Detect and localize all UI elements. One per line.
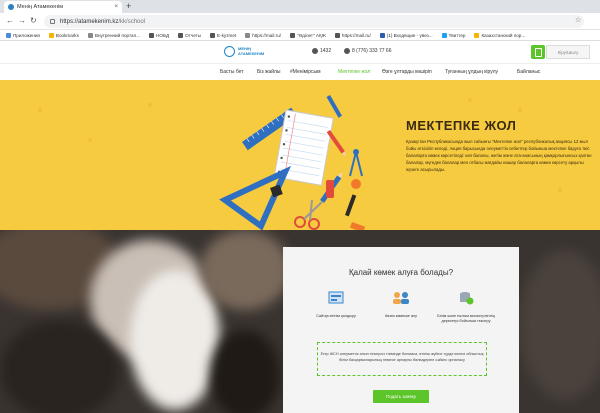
address-bar[interactable]: https://atamekenim.kz/kk/school	[44, 15, 584, 28]
bookmark-label: https://mail.ru/	[252, 32, 282, 38]
new-tab-button[interactable]: +	[126, 1, 131, 12]
globe-icon	[290, 32, 296, 38]
bookmark-label: Приложения	[13, 32, 40, 38]
bookmark-label: E-kyzmet	[217, 32, 237, 38]
bookmark-item[interactable]: (1) Входящие - увез...	[379, 32, 433, 38]
tab-close-icon[interactable]: ×	[114, 4, 118, 10]
bookmark-item[interactable]: "Әділет" АҚЖ	[290, 32, 326, 38]
bookmark-item[interactable]: https://mail.ru/	[245, 32, 282, 38]
option-queue-help[interactable]: Көзек көмекке алу	[364, 291, 438, 319]
forward-arrow-icon[interactable]: →	[18, 16, 26, 26]
submit-application-button[interactable]: Подать заявку	[373, 390, 429, 403]
whatsapp-icon	[344, 48, 350, 54]
phone-number: 1432	[320, 48, 332, 54]
globe-icon	[210, 32, 216, 38]
bookmark-label: (1) Входящие - увез...	[386, 32, 433, 38]
hero-description: Қазақстан Республикасында жыл сайынғы "М…	[406, 139, 592, 172]
globe-icon	[334, 32, 340, 38]
bookmark-label: НОБД	[156, 32, 170, 38]
hero-banner: МЕКТЕПКЕ ЖОЛ Қазақстан Республикасында ж…	[0, 80, 600, 230]
help-title: Қалай көмек алуға болады?	[348, 268, 454, 277]
url-path: /kk/school	[118, 18, 146, 25]
browser-toolbar: ← → ↻ https://atamekenim.kz/kk/school ☆	[0, 13, 600, 30]
bookmark-label: Внутренний портал...	[94, 32, 141, 38]
bookmark-item[interactable]: Приложения	[6, 32, 40, 38]
globe-icon	[87, 32, 93, 38]
bookmark-item[interactable]: Bookmarks	[48, 32, 79, 38]
database-check-icon	[460, 292, 474, 305]
nav-item[interactable]: Байланыс	[517, 69, 540, 75]
bookmark-item[interactable]: E-kyzmet	[210, 32, 237, 38]
logo-mark-icon	[224, 46, 235, 57]
bookmark-star-icon[interactable]: ☆	[575, 16, 581, 24]
help-card: Қалай көмек алуға болады? Сайтқа өтінім …	[283, 247, 519, 413]
browser-tab[interactable]: Менің Атамекенім ×	[4, 1, 122, 13]
twitter-icon	[441, 32, 447, 38]
bookmark-label: Отчеты	[185, 32, 202, 38]
form-icon	[328, 291, 344, 304]
option-label: Көзек көмекке алу	[384, 314, 418, 318]
bookmark-item[interactable]: https://mail.ru/	[334, 32, 371, 38]
bookmark-item[interactable]: Твиттер	[441, 32, 466, 38]
option-apply-online[interactable]: Сайтқа өтінім қалдыру	[299, 291, 373, 319]
whatsapp-number: 8 (776) 333 77 66	[352, 48, 392, 54]
phone-icon	[312, 48, 318, 54]
star-icon	[474, 32, 480, 38]
bookmark-label: https://mail.ru/	[341, 32, 371, 38]
reload-icon[interactable]: ↻	[30, 16, 37, 26]
url-domain: https://atamekenim.kz	[60, 18, 119, 25]
star-icon	[48, 32, 54, 38]
notice-box: Егер ЖСН әлеуметтік алып тіпкерсіз тізім…	[317, 342, 487, 376]
bookmark-label: Твиттер	[448, 32, 466, 38]
bookmark-label: "Әділет" АҚЖ	[297, 32, 326, 38]
option-label: Білім және ғылым министрлігінің деректер…	[437, 314, 495, 323]
nav-item[interactable]: #Менімірсым	[290, 69, 321, 75]
phone-link[interactable]: 1432	[312, 48, 331, 54]
site-logo[interactable]: МЕНІҢ АТАМЕКЕНІМ	[224, 46, 264, 57]
option-ministry-check[interactable]: Білім және ғылым министрлігінің деректер…	[429, 291, 503, 324]
option-label: Сайтқа өтінім қалдыру	[316, 314, 356, 318]
globe-icon	[149, 32, 155, 38]
nav-item[interactable]: Басты бет	[220, 69, 244, 75]
globe-icon	[178, 32, 184, 38]
bookmark-item[interactable]: НОБД	[149, 32, 170, 38]
tab-title: Менің Атамекенім	[17, 4, 63, 10]
bookmark-item[interactable]: Отчеты	[178, 32, 202, 38]
apps-icon	[6, 32, 11, 38]
favicon-icon	[8, 4, 14, 10]
bookmark-label: Казахстанский пор...	[481, 32, 526, 38]
nav-item[interactable]: Өзге ұлтарды көшіріп	[382, 69, 432, 75]
people-icon	[393, 292, 409, 304]
bookmark-item[interactable]: Казахстанский пор...	[474, 32, 526, 38]
back-arrow-icon[interactable]: ←	[6, 16, 14, 26]
bookmark-label: Bookmarks	[55, 32, 79, 38]
whatsapp-link[interactable]: 8 (776) 333 77 66	[344, 48, 391, 54]
bookmark-item[interactable]: Внутренний портал...	[87, 32, 141, 38]
mail-icon	[379, 32, 385, 38]
site-header: МЕНІҢ АТАМЕКЕНІМ 1432 8 (776) 333 77 66 …	[0, 41, 600, 63]
page-icon	[245, 32, 251, 38]
logo-line2: АТАМЕКЕНІМ	[238, 50, 265, 56]
browser-tabstrip: Менің Атамекенім × +	[0, 0, 600, 13]
bookmarks-bar: Приложения Bookmarks Внутренний портал... Н…	[0, 30, 600, 41]
nav-item[interactable]: Туғанның ұлдың кірулу	[445, 69, 498, 75]
nav-item[interactable]: Біз жайлы	[257, 69, 281, 75]
login-button[interactable]: Кіру/Шығу	[546, 45, 590, 59]
lock-icon	[50, 19, 55, 24]
main-nav: Басты бет Біз жайлы #Менімірсым Мектепке жо…	[0, 63, 600, 80]
hero-title: МЕКТЕПКЕ ЖОЛ	[406, 118, 517, 133]
nav-item[interactable]: Мектепке жол	[338, 69, 370, 75]
login-icon-button[interactable]	[531, 45, 545, 59]
